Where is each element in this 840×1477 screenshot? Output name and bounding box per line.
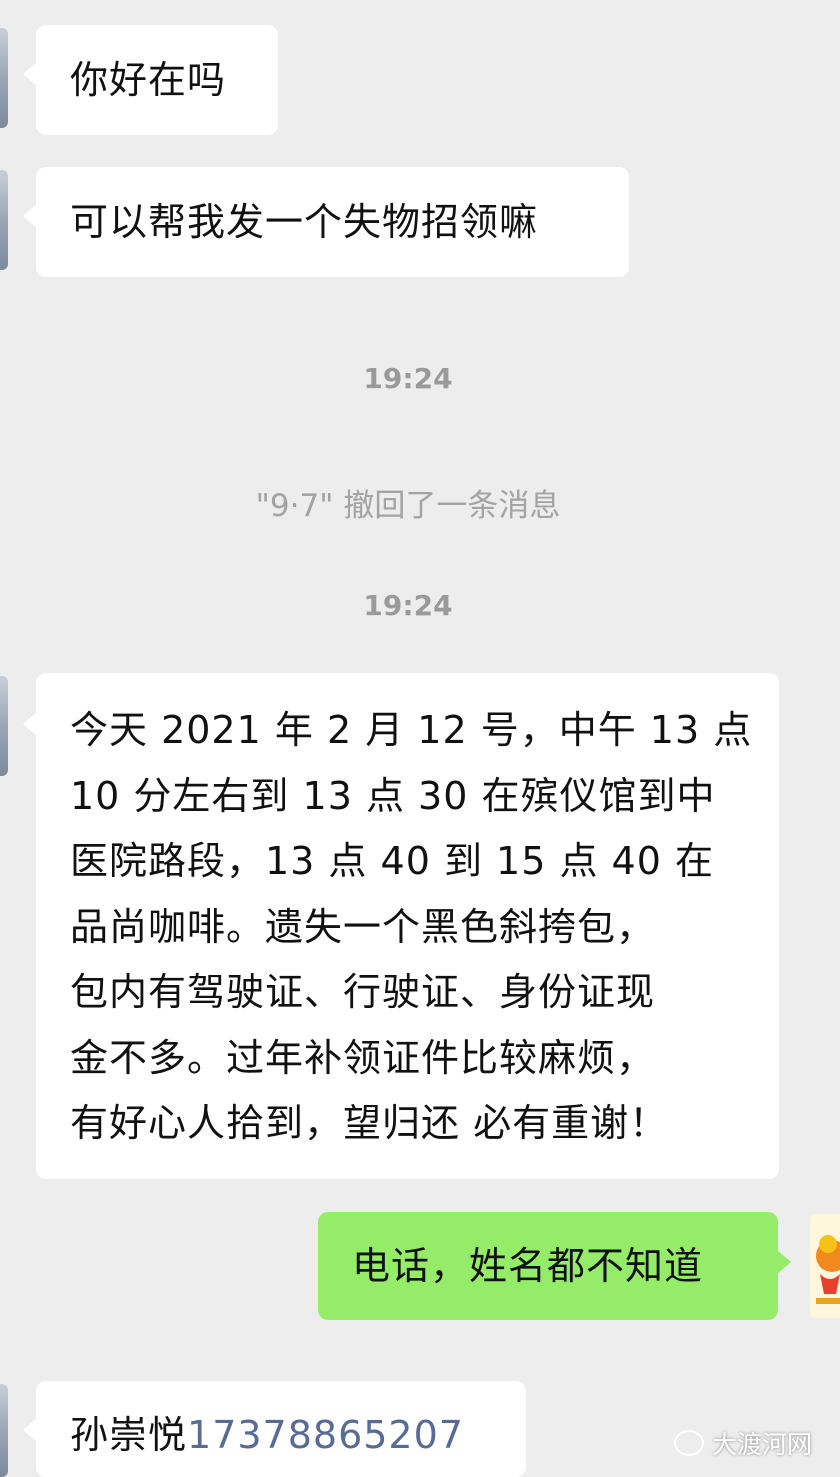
sender-avatar[interactable] bbox=[0, 28, 8, 128]
watermark-text: 大渡河网 bbox=[711, 1430, 812, 1459]
message-bubble-lost-item[interactable]: 今天 2021 年 2 月 12 号，中午 13 点 10 分左右到 13 点 … bbox=[36, 673, 779, 1179]
message-line: 有好心人拾到，望归还 必有重谢！ bbox=[70, 1101, 669, 1145]
message-line: 品尚咖啡。遗失一个黑色斜挎包， bbox=[70, 904, 656, 949]
timestamp: 19:24 bbox=[363, 362, 453, 395]
message-text: 电话，姓名都不知道 bbox=[352, 1244, 704, 1288]
self-avatar[interactable] bbox=[810, 1214, 840, 1318]
message-bubble[interactable]: 可以帮我发一个失物招领嘛 bbox=[36, 167, 629, 277]
sender-avatar[interactable] bbox=[0, 170, 8, 270]
bubble-tail bbox=[23, 1418, 37, 1442]
bubble-tail bbox=[23, 204, 37, 228]
message-text: 你好在吗 bbox=[70, 58, 227, 102]
watermark: 大渡河网 bbox=[673, 1425, 812, 1461]
timestamp: 19:24 bbox=[363, 589, 453, 622]
recall-notice: "9·7" 撤回了一条消息 bbox=[255, 488, 561, 524]
bubble-tail bbox=[23, 712, 37, 736]
message-line: 10 分左右到 13 点 30 在殡仪馆到中 bbox=[70, 773, 716, 818]
phone-number-link[interactable]: 17378865207 bbox=[187, 1413, 464, 1457]
contact-name: 孙崇悦 bbox=[70, 1413, 188, 1457]
outgoing-message-bubble[interactable]: 电话，姓名都不知道 bbox=[318, 1212, 778, 1320]
message-bubble[interactable]: 孙崇悦17378865207 bbox=[36, 1381, 526, 1477]
message-line: 医院路段，13 点 40 到 15 点 40 在 bbox=[70, 839, 714, 883]
sender-avatar[interactable] bbox=[0, 1384, 8, 1477]
bubble-tail bbox=[777, 1250, 791, 1274]
message-line: 今天 2021 年 2 月 12 号，中午 13 点 bbox=[70, 708, 753, 752]
wechat-channel-icon bbox=[673, 1430, 704, 1456]
message-bubble[interactable]: 你好在吗 bbox=[36, 25, 278, 135]
bubble-tail bbox=[23, 62, 37, 86]
self-avatar-icon bbox=[810, 1214, 840, 1318]
message-line: 金不多。过年补领证件比较麻烦， bbox=[70, 1035, 656, 1080]
message-line: 包内有驾驶证、行驶证、身份证现 bbox=[70, 970, 656, 1014]
message-text: 可以帮我发一个失物招领嘛 bbox=[70, 200, 539, 244]
sender-avatar[interactable] bbox=[0, 676, 8, 776]
